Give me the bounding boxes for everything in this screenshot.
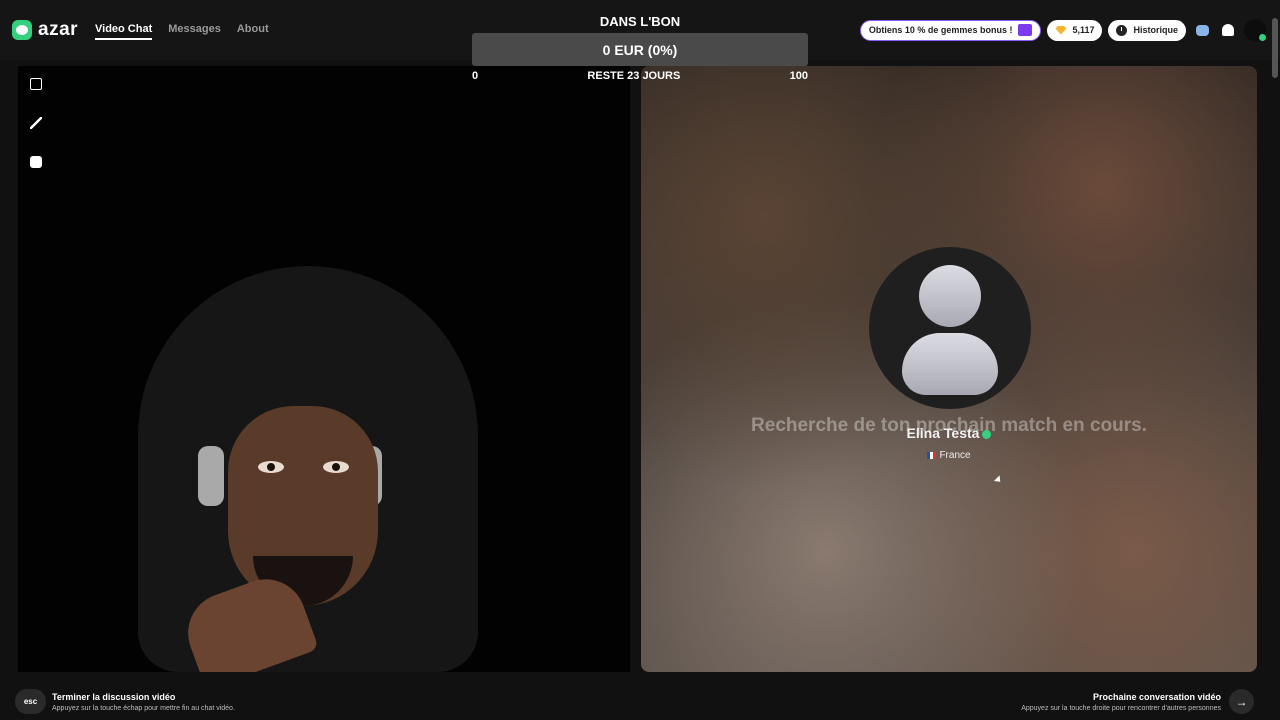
face-filter-icon[interactable] — [30, 156, 42, 168]
person-head-icon — [919, 265, 981, 327]
arrow-right-icon: → — [1235, 694, 1248, 709]
chat-icon — [1195, 24, 1209, 36]
gem-bonus-promo-button[interactable]: Obtiens 10 % de gemmes bonus ! — [859, 19, 1042, 41]
match-avatar-placeholder — [869, 247, 1031, 409]
camera-tools — [30, 78, 42, 168]
headphone-left — [198, 446, 224, 506]
goal-title: DANS L'BON — [599, 14, 681, 29]
user-avatar[interactable] — [1244, 19, 1266, 41]
next-chat-hint: Prochaine conversation vidéo Appuyez sur… — [1021, 692, 1221, 712]
eye-right — [323, 461, 349, 473]
page-scrollbar[interactable] — [1272, 18, 1278, 78]
france-flag-icon — [927, 451, 937, 459]
shortcut-footer: esc Terminer la discussion vidéo Appuyez… — [0, 680, 1280, 720]
history-label: Historique — [1133, 25, 1178, 35]
magic-wand-icon[interactable] — [30, 117, 42, 129]
match-name: Elina Testa — [641, 425, 1257, 441]
clock-icon — [1116, 24, 1128, 36]
face — [228, 406, 378, 606]
header-tools: Obtiens 10 % de gemmes bonus ! 5,117 His… — [859, 19, 1266, 41]
end-chat-title: Terminer la discussion vidéo — [52, 692, 176, 702]
main-nav: Video Chat Messages About — [95, 23, 269, 40]
azar-logo-icon — [12, 20, 32, 40]
camera-frame-icon[interactable] — [30, 78, 42, 90]
nav-video-chat[interactable]: Video Chat — [95, 23, 153, 40]
nav-messages[interactable]: Messages — [168, 23, 221, 40]
verified-icon — [982, 429, 992, 439]
next-chat-title: Prochaine conversation vidéo — [1092, 692, 1221, 702]
goal-remaining: RESTE 23 JOURS — [587, 70, 681, 82]
my-camera-view — [18, 66, 630, 672]
gift-icon — [1018, 24, 1033, 36]
notifications-button[interactable] — [1218, 20, 1238, 40]
goal-amount: 0 EUR (0%) — [602, 41, 678, 58]
history-button[interactable]: Historique — [1108, 19, 1186, 41]
camera-person — [78, 266, 598, 672]
end-chat-hint: Terminer la discussion vidéo Appuyez sur… — [52, 692, 235, 712]
next-chat-button[interactable]: → — [1229, 689, 1254, 714]
azar-logo[interactable]: azar — [12, 19, 78, 41]
mouse-cursor-icon — [993, 475, 1004, 485]
gems-count: 5,117 — [1072, 25, 1095, 35]
match-country-text: France — [939, 450, 971, 461]
match-name-text: Elina Testa — [906, 425, 980, 441]
eye-left — [258, 461, 284, 473]
esc-key-button[interactable]: esc — [15, 689, 46, 714]
next-chat-subtitle: Appuyez sur la touche droite pour rencon… — [1021, 705, 1221, 712]
goal-progress-bar: 0 EUR (0%) — [472, 33, 808, 66]
donation-goal-overlay: DANS L'BON 0 EUR (0%) 0 RESTE 23 JOURS 1… — [472, 12, 808, 84]
promo-label: Obtiens 10 % de gemmes bonus ! — [868, 25, 1013, 35]
goal-scale: 0 RESTE 23 JOURS 100 — [472, 70, 808, 84]
goal-min: 0 — [472, 70, 479, 82]
match-view: Recherche de ton prochain match en cours… — [641, 66, 1257, 672]
bell-icon — [1222, 24, 1234, 36]
chat-button[interactable] — [1192, 20, 1212, 40]
gems-balance-button[interactable]: 5,117 — [1047, 19, 1103, 41]
gem-icon — [1055, 25, 1067, 35]
goal-max: 100 — [789, 70, 808, 82]
match-country: France — [641, 450, 1257, 461]
nav-about[interactable]: About — [237, 23, 269, 40]
end-chat-subtitle: Appuyez sur la touche échap pour mettre … — [52, 705, 235, 712]
person-body-icon — [902, 333, 998, 395]
brand-name: azar — [38, 19, 79, 40]
